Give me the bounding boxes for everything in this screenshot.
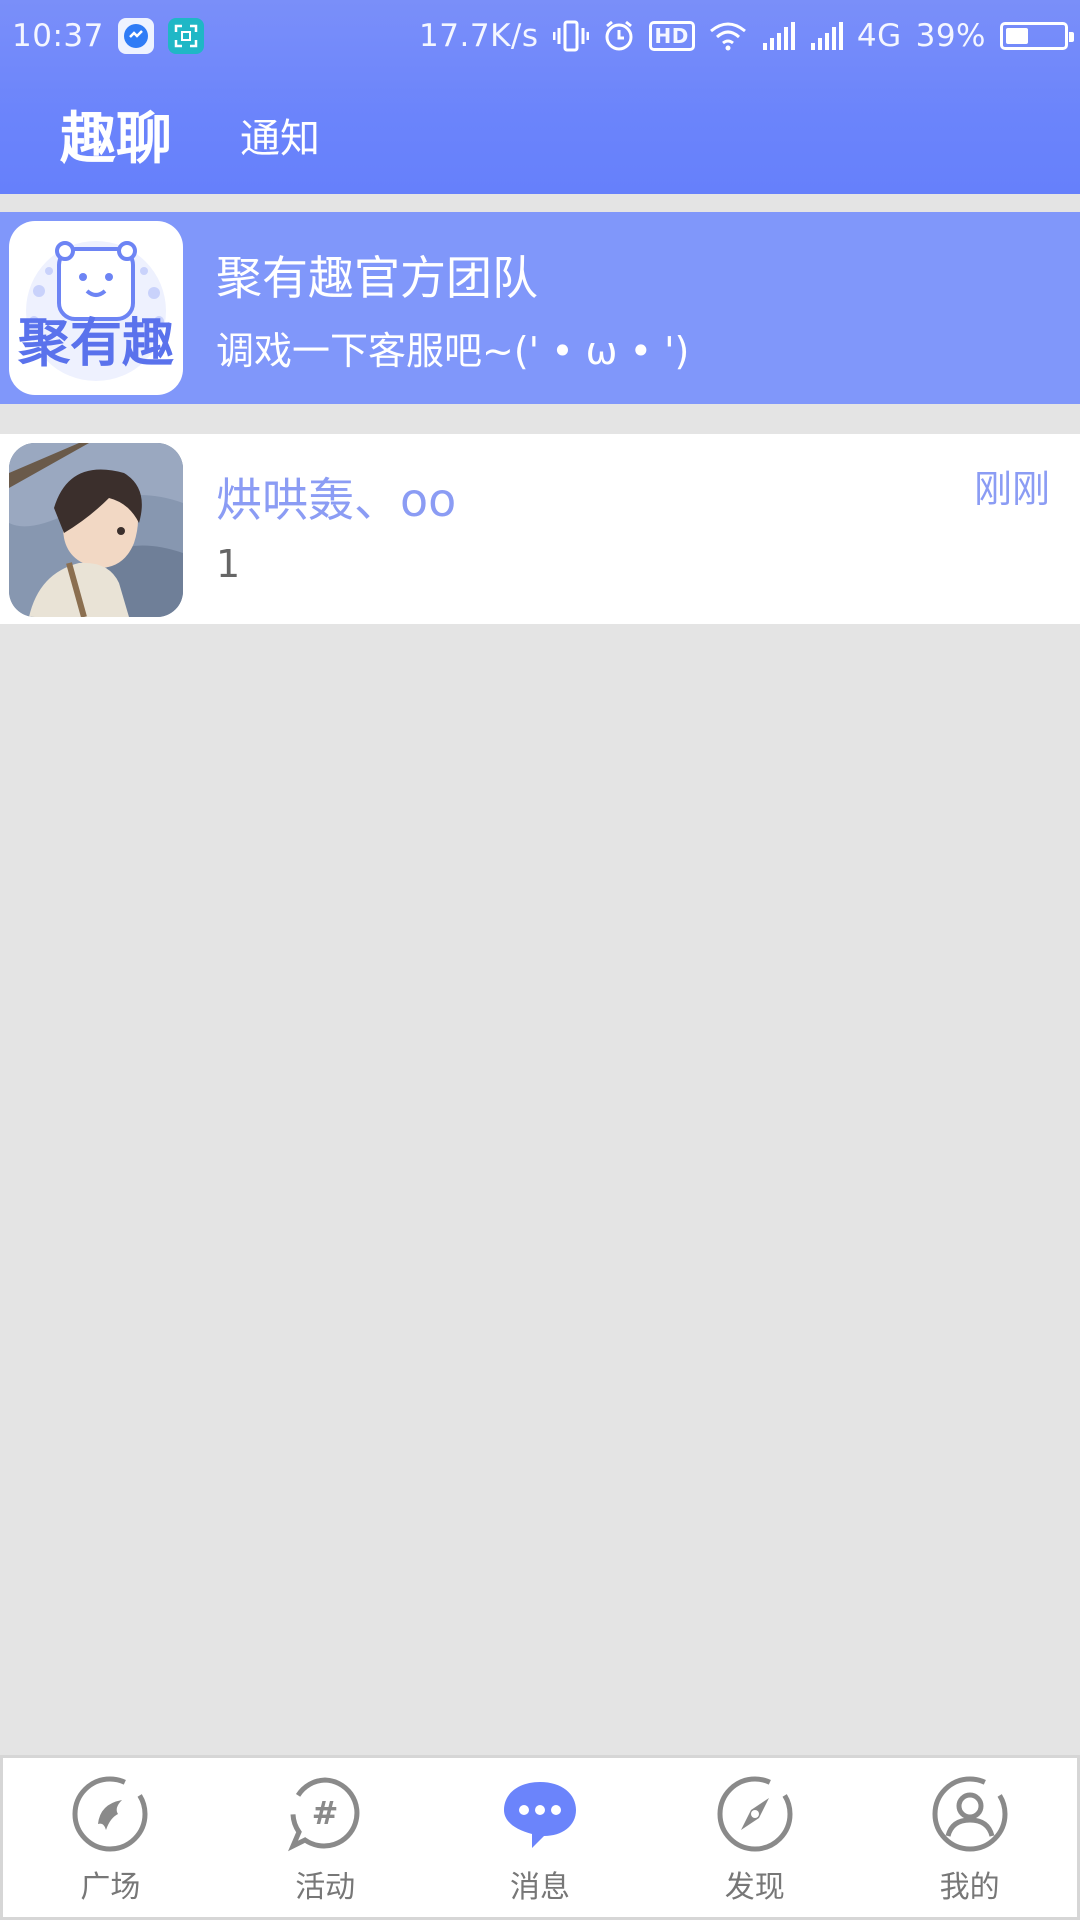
bear-logo-icon: 聚有趣 [17,241,174,381]
nav-label: 我的 [939,1870,1000,1905]
nav-item-plaza[interactable]: 广场 [3,1758,218,1917]
network-type: 4G [856,18,902,54]
bottom-nav: 广场 # 活动 消息 发现 我的 [0,1755,1080,1920]
status-left: 10:37 [12,18,204,54]
plaza-icon [72,1776,148,1852]
tab-notifications[interactable]: 通知 [240,106,320,164]
conversation-preview: 1 [216,542,241,586]
battery-percent: 39% [915,18,986,54]
messenger-app-icon [117,18,154,54]
nav-label: 活动 [295,1870,356,1905]
hd-icon: HD [648,21,695,51]
nav-item-discover[interactable]: 发现 [647,1758,862,1917]
chat-icon [503,1782,576,1848]
compass-icon [717,1776,793,1852]
conversation-item[interactable]: 烘哄轰、oo 1 刚刚 [0,434,1080,624]
nav-label: 广场 [80,1870,141,1905]
conversation-time: 刚刚 [973,467,1050,511]
nav-item-activity[interactable]: # 活动 [218,1758,433,1917]
conversation-name: 烘哄轰、oo [216,473,457,527]
status-right: 17.7K/s HD 4G 39% [419,18,1074,54]
tab-chat[interactable]: 趣聊 [60,94,172,175]
nav-label: 发现 [724,1870,785,1905]
hashtag-icon: # [288,1777,360,1852]
signal-icon [809,21,843,51]
battery-icon [1000,22,1074,50]
profile-icon [932,1776,1008,1852]
avatar [9,443,183,617]
svg-text:#: # [312,1794,339,1832]
avatar-logo-text: 聚有趣 [17,314,174,374]
nav-item-messages[interactable]: 消息 [433,1758,648,1917]
wifi-icon [709,21,747,51]
alarm-icon [603,20,635,52]
signal-icon [761,21,795,51]
screenshot-icon [167,18,204,54]
conversation-item-official[interactable]: 聚有趣 聚有趣官方团队 调戏一下客服吧~(' • ω • ') [0,212,1080,404]
conversation-preview: 调戏一下客服吧~(' • ω • ') [216,329,690,373]
avatar: 聚有趣 [9,221,183,395]
app-bar: 趣聊 通知 [0,74,1080,194]
status-bar: 10:37 17.7K/s HD 4G 39% [0,0,1080,74]
net-speed: 17.7K/s [419,18,539,54]
header: 10:37 17.7K/s HD 4G 39% 趣聊 通知 [0,0,1080,194]
conversation-name: 聚有趣官方团队 [216,251,538,305]
status-time: 10:37 [12,18,104,54]
nav-label: 消息 [509,1870,570,1905]
nav-item-profile[interactable]: 我的 [862,1758,1077,1917]
anime-avatar-icon [9,443,183,617]
battery-level [1006,28,1028,44]
vibrate-icon [552,19,589,53]
